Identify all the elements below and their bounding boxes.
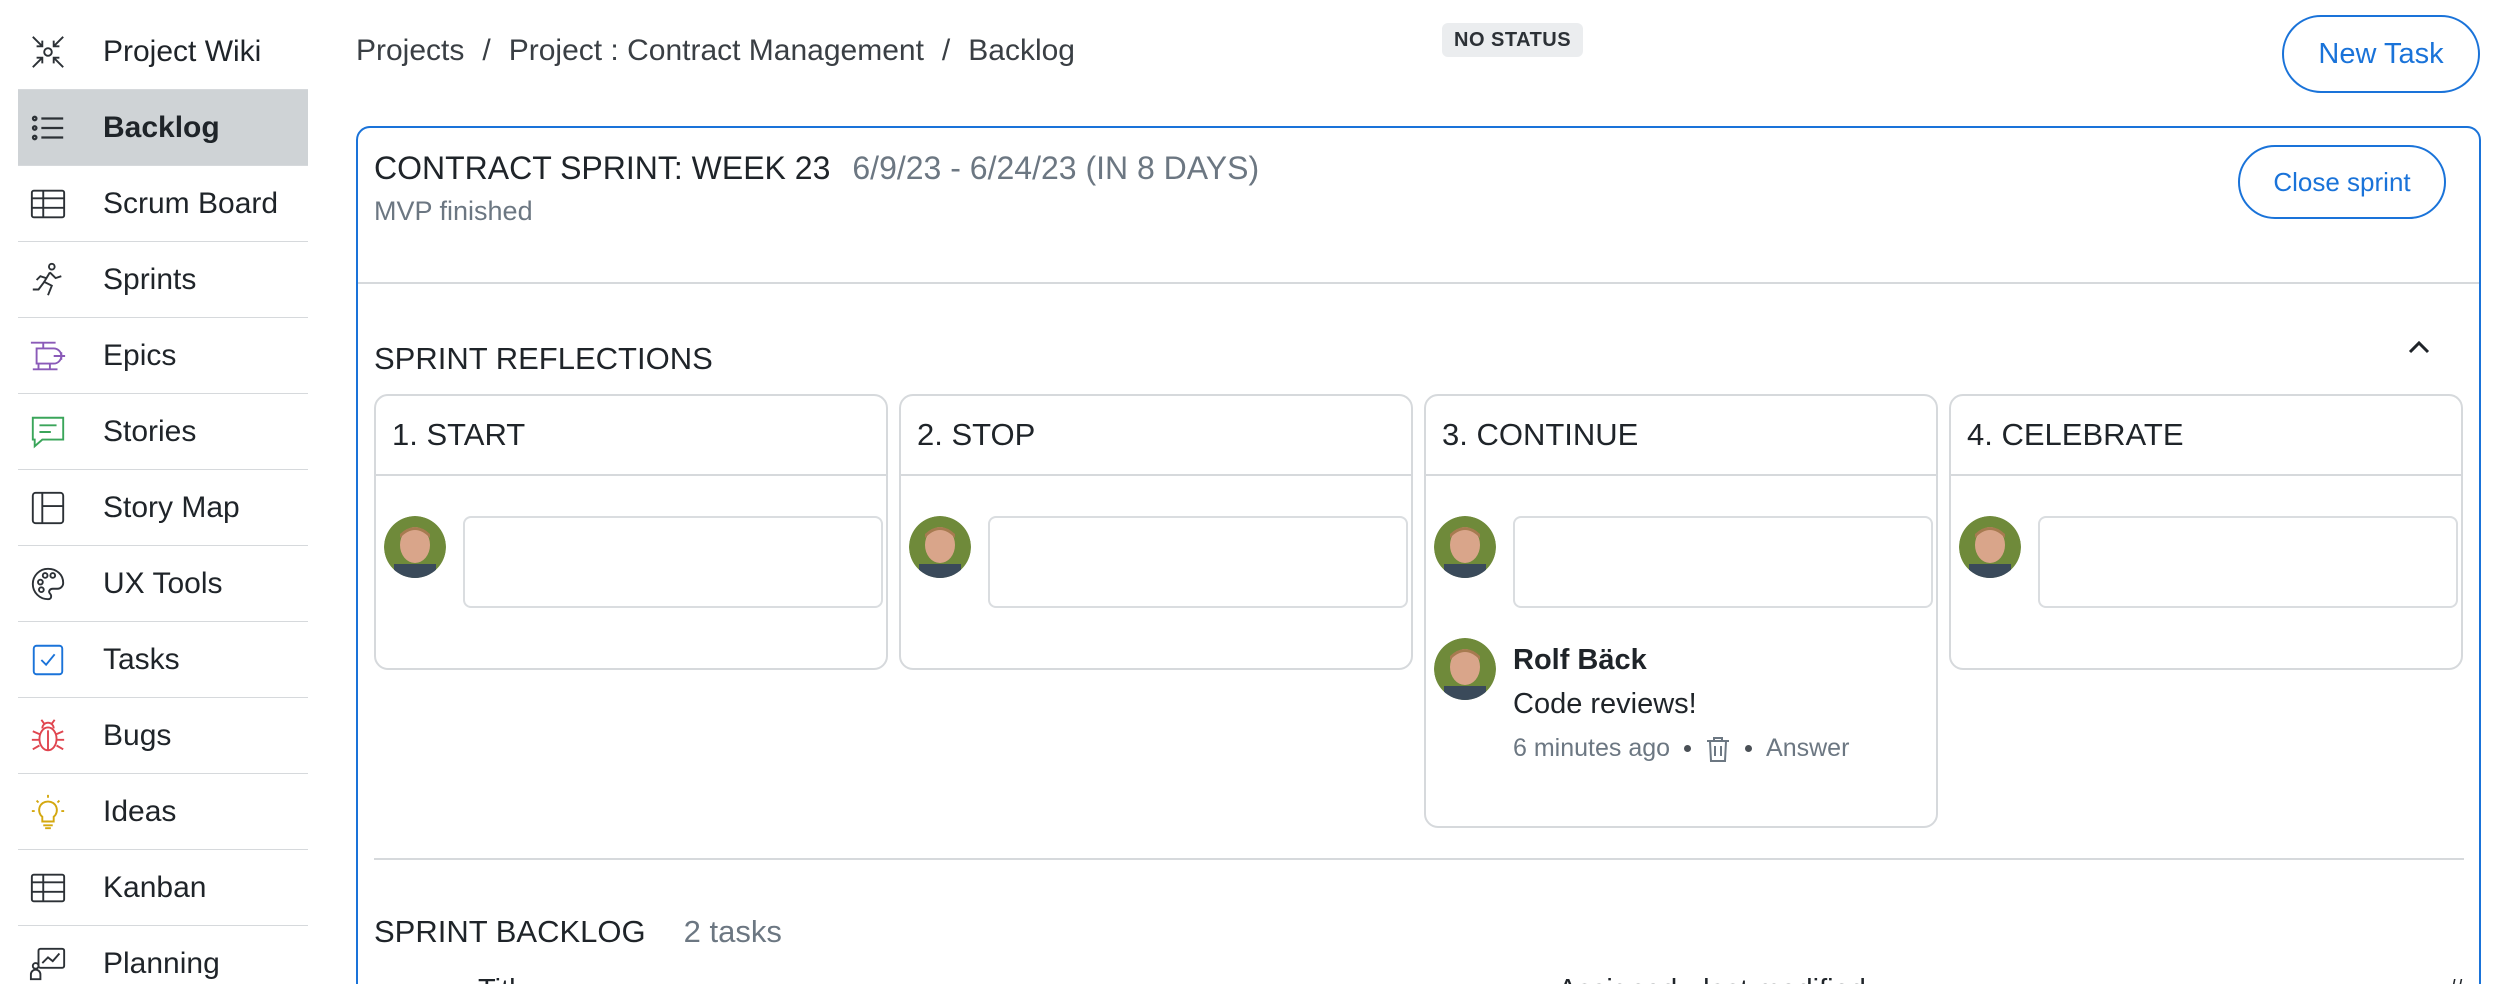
comment-text: Code reviews! <box>1513 688 1697 720</box>
sidebar-item-sprints[interactable]: Sprints <box>18 242 308 318</box>
running-person-icon <box>28 260 68 300</box>
divider <box>358 282 2479 284</box>
checkbox-icon <box>28 640 68 680</box>
sidebar-item-label: Scrum Board <box>103 186 279 220</box>
sidebar-item-label: Stories <box>103 414 197 448</box>
reflection-column-celebrate: 4. CELEBRATE <box>1949 394 2463 670</box>
column-header-title[interactable]: Titl <box>478 974 516 984</box>
list-icon <box>28 108 68 148</box>
sidebar-item-label: Story Map <box>103 490 240 524</box>
sprint-reflections-title: SPRINT REFLECTIONS <box>374 341 713 376</box>
sidebar-item-epics[interactable]: Epics <box>18 318 308 394</box>
column-header-assigned[interactable]: Assigned · last modified <box>1558 974 1866 984</box>
sprint-title: CONTRACT SPRINT: WEEK 23 <box>374 150 831 186</box>
reflection-input[interactable] <box>988 516 1408 608</box>
task-count: 2 tasks <box>683 914 782 949</box>
comment-avatar <box>1434 638 1496 700</box>
sidebar-item-tasks[interactable]: Tasks <box>18 622 308 698</box>
chat-bubble-icon <box>28 412 68 452</box>
sprint-backlog-header: SPRINT BACKLOG 2 tasks <box>374 914 782 950</box>
reflection-column-title: 4. CELEBRATE <box>1951 396 2461 476</box>
shrink-arrows-icon <box>28 32 68 72</box>
sidebar-item-project-wiki[interactable]: Project Wiki <box>18 14 308 90</box>
avatar <box>1434 516 1496 578</box>
trash-icon[interactable] <box>1705 735 1731 763</box>
divider <box>374 858 2464 860</box>
new-task-button[interactable]: New Task <box>2282 15 2480 93</box>
breadcrumb-separator: / <box>941 34 951 67</box>
kanban-grid-icon <box>28 868 68 908</box>
chevron-up-icon[interactable] <box>2404 333 2434 363</box>
sidebar-item-label: Ideas <box>103 794 177 828</box>
sidebar-item-story-map[interactable]: Story Map <box>18 470 308 546</box>
sidebar-item-backlog[interactable]: Backlog <box>18 90 308 166</box>
status-badge[interactable]: NO STATUS <box>1442 23 1584 57</box>
comment-author: Rolf Bäck <box>1513 644 1647 676</box>
reflection-input[interactable] <box>1513 516 1933 608</box>
lightbulb-icon <box>28 792 68 832</box>
reflection-input[interactable] <box>2038 516 2458 608</box>
sprint-dates: 6/9/23 - 6/24/23 (IN 8 DAYS) <box>852 150 1260 186</box>
breadcrumb-current: Backlog <box>968 34 1075 67</box>
sprint-goal: MVP finished <box>374 196 533 226</box>
breadcrumb: Projects / Project : Contract Management… <box>356 34 1075 68</box>
bug-icon <box>28 716 68 756</box>
reflection-column-start: 1. START <box>374 394 888 670</box>
sidebar-item-label: Sprints <box>103 262 197 296</box>
sidebar-item-kanban[interactable]: Kanban <box>18 850 308 926</box>
table-grid-icon <box>28 184 68 224</box>
avatar <box>384 516 446 578</box>
reflection-column-title: 1. START <box>376 396 886 476</box>
avatar <box>1959 516 2021 578</box>
sidebar: Project Wiki Backlog Scrum Board Sprints… <box>18 14 308 984</box>
sidebar-item-stories[interactable]: Stories <box>18 394 308 470</box>
sprint-panel: CONTRACT SPRINT: WEEK 23 6/9/23 - 6/24/23… <box>356 126 2481 984</box>
sidebar-item-label: Epics <box>103 338 177 372</box>
sidebar-item-label: Bugs <box>103 718 172 752</box>
palette-icon <box>28 564 68 604</box>
breadcrumb-projects[interactable]: Projects <box>356 34 464 68</box>
separator-dot <box>1745 745 1753 752</box>
sidebar-item-label: Project Wiki <box>103 34 262 68</box>
helicopter-icon <box>28 336 68 376</box>
reflection-input[interactable] <box>463 516 883 608</box>
sidebar-item-ideas[interactable]: Ideas <box>18 774 308 850</box>
reflection-column-title: 3. CONTINUE <box>1426 396 1936 476</box>
comment-meta: 6 minutes ago Answer <box>1513 734 1849 763</box>
chart-presentation-icon <box>28 944 68 984</box>
sprint-header: CONTRACT SPRINT: WEEK 23 6/9/23 - 6/24/23… <box>374 150 1259 187</box>
sidebar-item-ux-tools[interactable]: UX Tools <box>18 546 308 622</box>
avatar <box>909 516 971 578</box>
sidebar-item-label: Planning <box>103 946 220 980</box>
comment-time: 6 minutes ago <box>1513 734 1671 762</box>
reflection-column-stop: 2. STOP <box>899 394 1413 670</box>
sidebar-item-scrum-board[interactable]: Scrum Board <box>18 166 308 242</box>
sidebar-item-label: Backlog <box>103 110 220 144</box>
breadcrumb-project[interactable]: Project : Contract Management <box>509 34 924 68</box>
sidebar-item-label: UX Tools <box>103 566 223 600</box>
sprint-backlog-title: SPRINT BACKLOG <box>374 914 646 949</box>
sidebar-item-bugs[interactable]: Bugs <box>18 698 308 774</box>
reflection-column-continue: 3. CONTINUE Rolf Bäck Code reviews! 6 mi… <box>1424 394 1938 828</box>
column-header-number[interactable]: # <box>2448 974 2464 984</box>
breadcrumb-separator: / <box>482 34 491 67</box>
sidebar-item-label: Kanban <box>103 870 207 904</box>
answer-link[interactable]: Answer <box>1766 734 1849 763</box>
close-sprint-button[interactable]: Close sprint <box>2238 145 2446 219</box>
layout-panel-icon <box>28 488 68 528</box>
sidebar-item-planning[interactable]: Planning <box>18 926 308 984</box>
reflection-column-title: 2. STOP <box>901 396 1411 476</box>
separator-dot <box>1684 745 1692 752</box>
sidebar-item-label: Tasks <box>103 642 180 676</box>
